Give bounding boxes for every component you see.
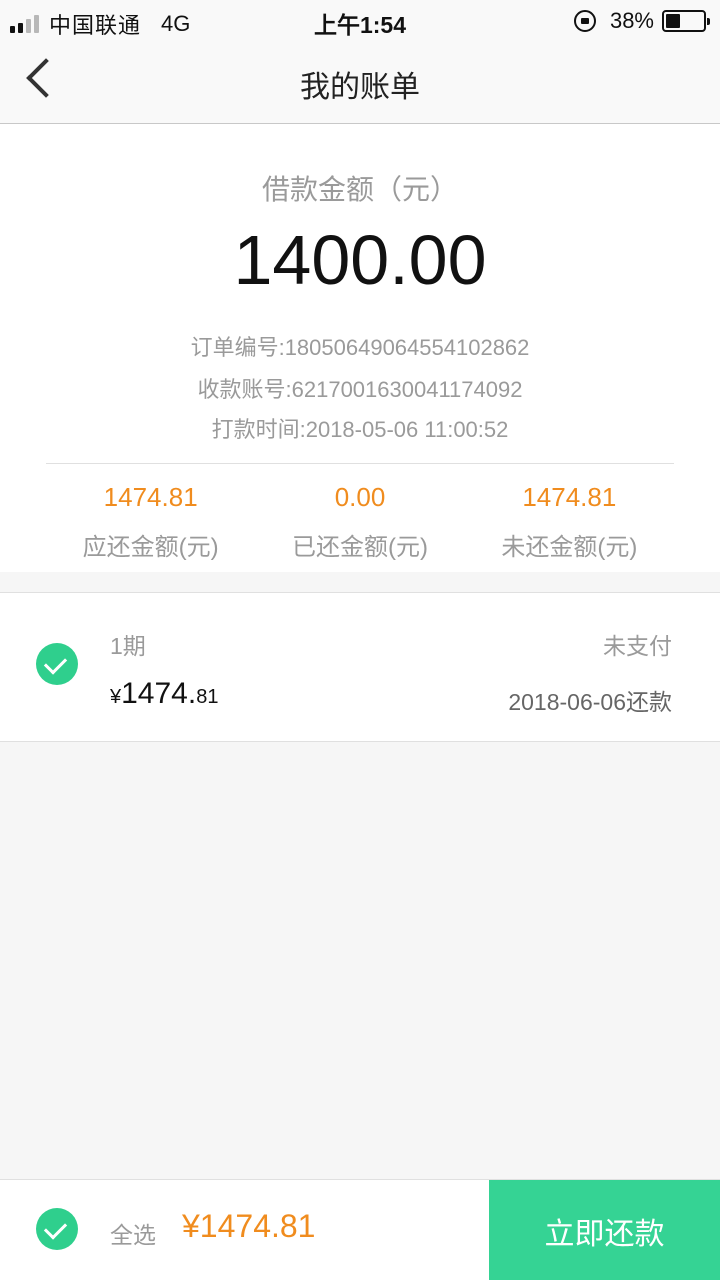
nav-bar: 我的账单 [0,40,720,124]
status-bar-right: 38% [573,8,710,34]
stat-label: 应还金额(元) [82,534,219,561]
installment-amount: ¥1474.81 [110,677,218,711]
page-title: 我的账单 [300,71,420,104]
currency-symbol: ¥ [110,686,122,708]
stat-label: 未还金额(元) [501,534,638,561]
repayment-stats: 1474.81 应还金额(元) 0.00 已还金额(元) 1474.81 未还金… [46,482,674,562]
stat-amount-paid: 0.00 已还金额(元) [255,482,464,562]
divider [46,463,674,464]
repay-now-button[interactable]: 立即还款 [489,1180,720,1280]
stat-value: 1474.81 [522,482,617,512]
battery-fill [666,14,680,28]
order-number: 订单编号:18050649064554102862 [190,335,530,360]
stat-amount-due: 1474.81 应还金额(元) [46,482,255,562]
stat-amount-unpaid: 1474.81 未还金额(元) [465,482,674,562]
total-amount: ¥1474.81 [182,1208,316,1244]
battery-icon [662,10,710,32]
bottom-action-bar: 全选 ¥1474.81 立即还款 [0,1179,720,1280]
installment-period: 1期 [110,633,146,659]
select-all-label[interactable]: 全选 [110,1216,156,1250]
loan-amount-label: 借款金额（元） [261,174,458,205]
loan-summary-card: 借款金额（元） 1400.00 订单编号:1805064906455410286… [0,124,720,572]
amount-integer: 1474. [121,677,197,710]
select-all-checkmark-icon[interactable] [36,1208,78,1250]
status-bar: 中国联通 4G 上午1:54 38% [0,0,720,40]
battery-percent: 38% [609,8,654,33]
stat-label: 已还金额(元) [292,534,428,561]
receiving-account: 收款账号:6217001630041174092 [197,377,523,402]
amount-decimal: 81 [196,686,219,708]
orientation-lock-icon [573,10,596,32]
checkmark-circle-icon[interactable] [36,643,78,685]
installment-row[interactable]: 1期 未支付 ¥1474.81 2018-06-06还款 [0,592,720,742]
loan-amount: 1400.00 [233,221,487,299]
stat-value: 0.00 [334,482,386,512]
payment-status: 未支付 [603,633,672,659]
due-date: 2018-06-06还款 [508,689,672,715]
stat-value: 1474.81 [103,482,198,512]
transfer-time: 打款时间:2018-05-06 11:00:52 [211,417,509,442]
